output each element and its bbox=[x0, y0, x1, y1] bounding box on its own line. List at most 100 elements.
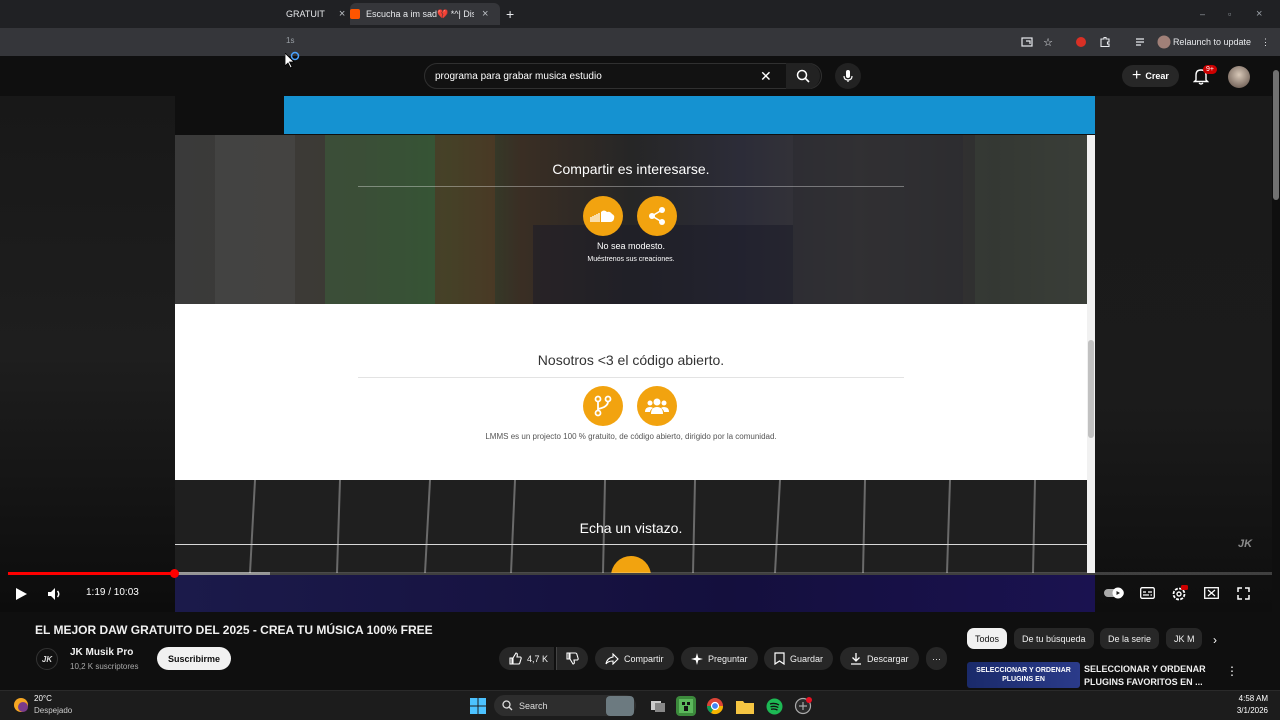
window-close-icon[interactable]: × bbox=[1256, 3, 1262, 25]
save-button[interactable]: Guardar bbox=[764, 647, 834, 670]
thumbs-down-icon bbox=[566, 652, 579, 665]
chip-all[interactable]: Todos bbox=[967, 628, 1008, 649]
extensions-puzzle-icon[interactable] bbox=[1097, 34, 1113, 50]
website-opensource-section: Nosotros <3 el código abierto. LMMS es u… bbox=[175, 304, 1087, 480]
share-button[interactable]: Compartir bbox=[595, 647, 674, 670]
preview-section-title: Echa un vistazo. bbox=[579, 520, 683, 536]
divider bbox=[358, 186, 904, 187]
youtube-masthead: programa para grabar musica estudio ✕ + … bbox=[0, 56, 1280, 96]
page-scrollbar-thumb[interactable] bbox=[1273, 70, 1279, 200]
like-button[interactable]: 4,7 K bbox=[499, 647, 555, 670]
miniplayer-button[interactable] bbox=[1204, 587, 1219, 599]
address-bar[interactable]: 1s bbox=[286, 36, 294, 45]
relaunch-update-button[interactable]: Relaunch to update ⋮ bbox=[1173, 33, 1270, 51]
taskbar-clock-date[interactable]: 3/1/2026 bbox=[1237, 706, 1268, 715]
autoplay-toggle[interactable] bbox=[1104, 587, 1126, 599]
sparkle-icon bbox=[691, 652, 703, 665]
clear-search-icon[interactable]: ✕ bbox=[760, 69, 776, 83]
minimize-icon[interactable]: – bbox=[1200, 3, 1205, 25]
new-tab-button[interactable]: + bbox=[506, 3, 514, 25]
page-scrollbar[interactable] bbox=[1272, 60, 1280, 690]
search-button[interactable] bbox=[786, 63, 820, 89]
video-title: EL MEJOR DAW GRATUITO DEL 2025 - CREA TU… bbox=[35, 623, 433, 637]
taskbar-clock-time[interactable]: 4:58 AM bbox=[1239, 694, 1268, 703]
controls-gradient-band bbox=[175, 575, 1095, 612]
fullscreen-icon bbox=[1237, 587, 1250, 600]
chip-from-series[interactable]: De la serie bbox=[1100, 628, 1160, 649]
plus-icon: + bbox=[1132, 67, 1142, 84]
like-count: 4,7 K bbox=[527, 653, 549, 664]
search-icon bbox=[502, 700, 513, 711]
soundcloud-icon[interactable] bbox=[583, 196, 623, 236]
share-label: Compartir bbox=[624, 653, 664, 664]
subtitles-button[interactable] bbox=[1140, 587, 1155, 599]
notification-badge: 9+ bbox=[1203, 65, 1217, 74]
volume-icon bbox=[48, 588, 60, 600]
thumb-text-2: PLUGINS EN bbox=[1002, 676, 1045, 683]
browser-tab-active[interactable]: Escucha a im sad💔 *^| Disfru × bbox=[350, 3, 500, 25]
download-button[interactable]: Descargar bbox=[840, 647, 919, 670]
website-scrollbar-thumb[interactable] bbox=[1088, 340, 1094, 438]
user-avatar[interactable] bbox=[1228, 66, 1250, 88]
share-arrow-icon bbox=[605, 652, 619, 665]
weather-icon[interactable] bbox=[12, 696, 30, 714]
profile-avatar-icon[interactable] bbox=[1156, 34, 1172, 50]
maximize-icon[interactable]: ▫ bbox=[1228, 3, 1231, 25]
create-label: Crear bbox=[1145, 71, 1169, 81]
autoplay-toggle-icon bbox=[1104, 587, 1124, 599]
share-icon[interactable] bbox=[637, 196, 677, 236]
share-section-title: Compartir es interesarse. bbox=[552, 161, 710, 177]
fullscreen-button[interactable] bbox=[1237, 587, 1250, 600]
extension-record-icon[interactable] bbox=[1073, 34, 1089, 50]
game-app-icon[interactable] bbox=[793, 696, 813, 716]
create-button[interactable]: + Crear bbox=[1122, 65, 1179, 87]
video-letterbox-right bbox=[1095, 96, 1280, 612]
settings-button[interactable] bbox=[1171, 585, 1188, 602]
dislike-button[interactable] bbox=[556, 647, 588, 670]
widget-image-icon[interactable] bbox=[606, 696, 634, 716]
ask-button[interactable]: Preguntar bbox=[681, 647, 758, 670]
windows-taskbar: 20°C Despejado Search 4:58 AM 3/1/2026 bbox=[0, 690, 1280, 720]
thumbs-up-icon bbox=[509, 652, 522, 665]
close-tab-icon[interactable]: × bbox=[482, 8, 488, 20]
relaunch-label: Relaunch to update bbox=[1172, 37, 1251, 47]
cast-icon[interactable] bbox=[1019, 34, 1035, 50]
file-explorer-icon[interactable] bbox=[735, 696, 755, 716]
close-tab-icon[interactable]: × bbox=[339, 8, 345, 20]
reading-list-icon[interactable] bbox=[1133, 34, 1149, 50]
minecraft-app-icon[interactable] bbox=[676, 696, 696, 716]
divider bbox=[358, 377, 904, 378]
recommended-title[interactable]: SELECCIONAR Y ORDENAR PLUGINS FAVORITOS … bbox=[1084, 663, 1214, 689]
channel-avatar[interactable]: JK bbox=[36, 648, 58, 670]
voice-search-button[interactable] bbox=[835, 63, 861, 89]
more-actions-button[interactable]: ··· bbox=[926, 647, 947, 670]
code-branch-icon[interactable] bbox=[583, 386, 623, 426]
channel-subscribers: 10,2 K suscriptores bbox=[70, 662, 139, 671]
chip-channel[interactable]: JK M bbox=[1166, 628, 1202, 649]
play-button[interactable] bbox=[14, 587, 28, 601]
more-vert-icon[interactable]: ⋮ bbox=[1261, 37, 1270, 48]
recommended-thumbnail[interactable]: SELECCIONAR Y ORDENAR PLUGINS EN bbox=[967, 662, 1080, 688]
progress-scrubber[interactable] bbox=[169, 569, 179, 578]
browser-tab[interactable]: GRATUIT × bbox=[286, 3, 345, 25]
community-users-icon[interactable] bbox=[637, 386, 677, 426]
volume-button[interactable] bbox=[47, 587, 63, 601]
browser-toolbar: 1s ☆ Relaunch to update ⋮ bbox=[0, 28, 1280, 56]
video-player[interactable]: Compartir es interesarse. No sea modesto… bbox=[0, 96, 1280, 612]
taskbar-search-label: Search bbox=[519, 700, 548, 711]
task-view-icon[interactable] bbox=[648, 696, 668, 716]
channel-name[interactable]: JK Musik Pro bbox=[70, 647, 133, 658]
tab-title: GRATUIT bbox=[286, 9, 325, 19]
recommended-more-icon[interactable]: ⋮ bbox=[1226, 664, 1238, 678]
chips-next-icon[interactable]: › bbox=[1213, 633, 1217, 647]
spotify-app-icon[interactable] bbox=[764, 696, 784, 716]
website-preview-section: Echa un vistazo. bbox=[175, 480, 1087, 573]
bookmark-star-icon[interactable]: ☆ bbox=[1040, 34, 1056, 50]
channel-watermark[interactable]: JK bbox=[1238, 538, 1252, 550]
chrome-app-icon[interactable] bbox=[705, 696, 725, 716]
chip-from-search[interactable]: De tu búsqueda bbox=[1014, 628, 1094, 649]
windows-start-icon[interactable] bbox=[468, 696, 488, 716]
subscribe-button[interactable]: Suscribirme bbox=[157, 647, 232, 670]
share-line-1: No sea modesto. bbox=[596, 241, 666, 251]
time-display: 1:19 / 10:03 bbox=[86, 587, 139, 598]
